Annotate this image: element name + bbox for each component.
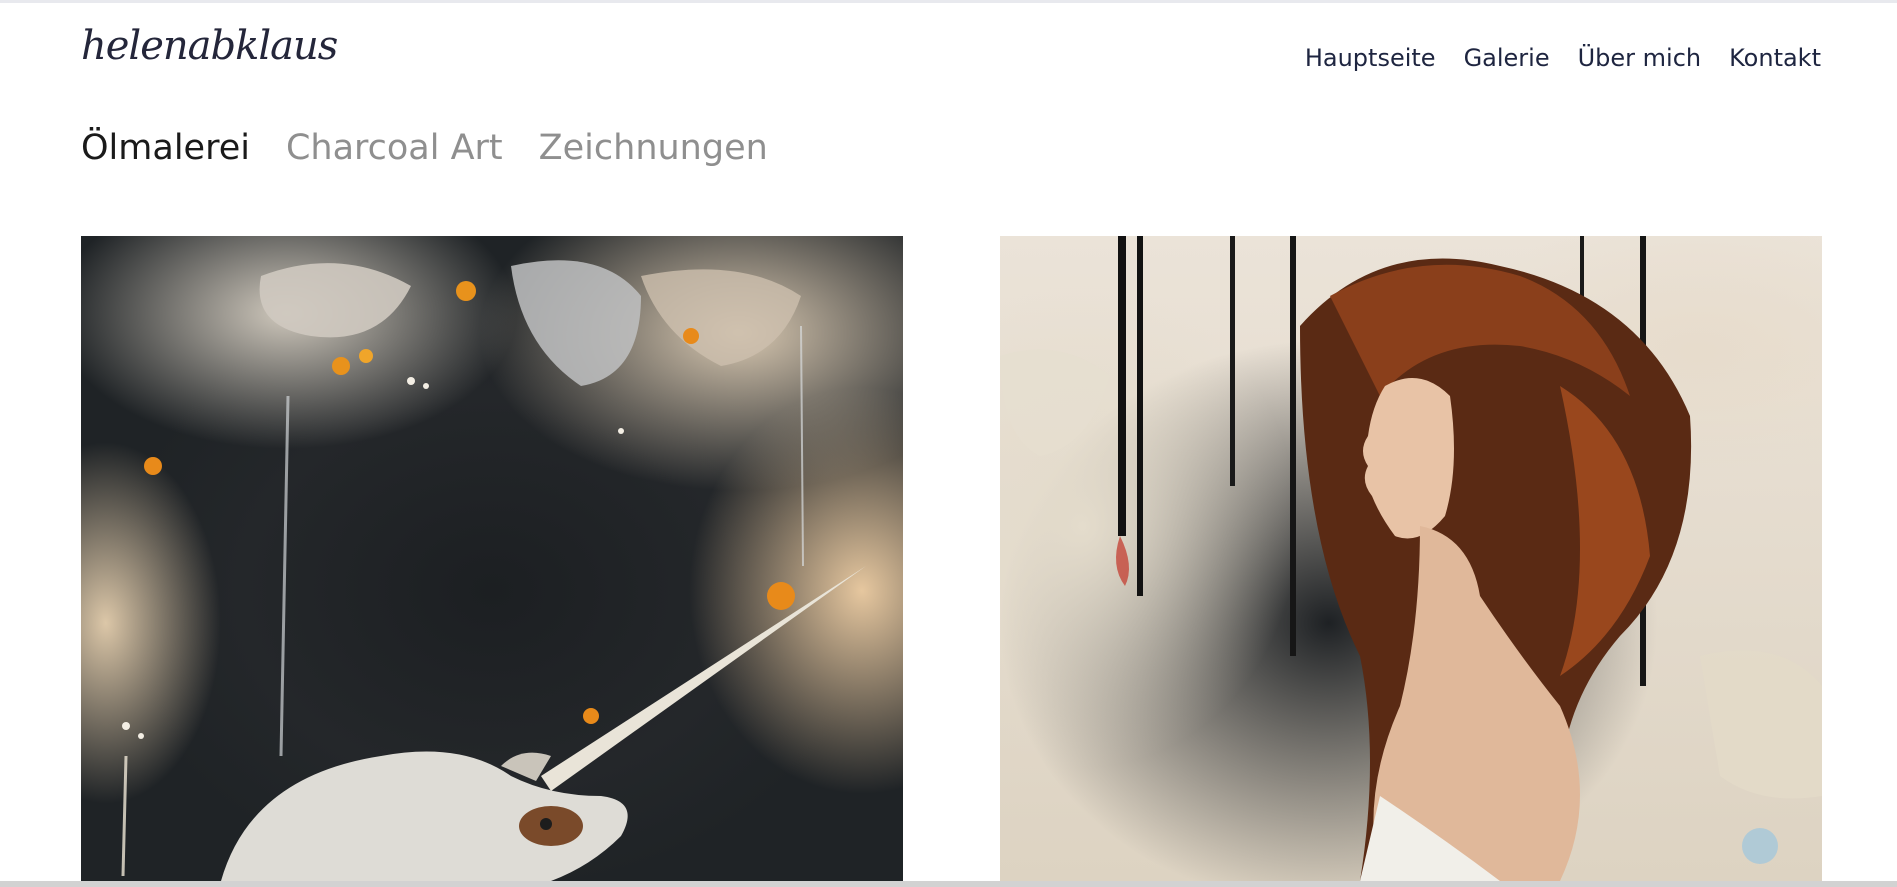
horse-painting-image [121,260,866,881]
nav-item-galerie[interactable]: Galerie [1464,44,1550,72]
nav-item-kontakt[interactable]: Kontakt [1729,44,1821,72]
artwork-woman-portrait[interactable] [1000,236,1822,881]
tab-oelmalerei[interactable]: Ölmalerei [81,128,250,168]
top-border [0,0,1897,3]
artwork-horse-painting[interactable] [81,236,903,881]
tab-zeichnungen[interactable]: Zeichnungen [539,128,768,168]
gallery-category-tabs: Ölmalerei Charcoal Art Zeichnungen [81,128,768,168]
nav-item-hauptseite[interactable]: Hauptseite [1305,44,1436,72]
woman-portrait-image [1000,236,1822,881]
tab-charcoal-art[interactable]: Charcoal Art [286,128,503,168]
main-navigation: Hauptseite Galerie Über mich Kontakt [1305,44,1821,72]
site-logo[interactable]: helenabklaus [81,26,338,66]
bottom-scroll-edge [0,881,1897,887]
nav-item-ueber-mich[interactable]: Über mich [1578,44,1702,72]
